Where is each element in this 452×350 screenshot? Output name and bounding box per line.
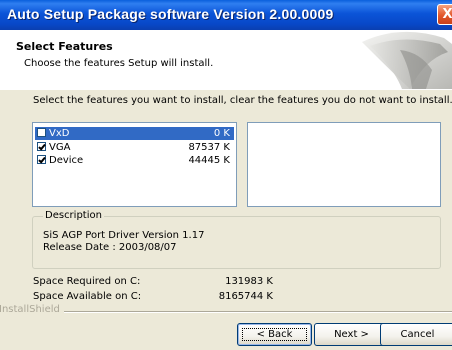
- brand-divider: [48, 311, 452, 313]
- feature-checkbox[interactable]: [37, 142, 46, 151]
- description-group: Description SiS AGP Port Driver Version …: [32, 210, 441, 269]
- focus-ring: [242, 328, 307, 341]
- space-available-label: Space Available on C:: [33, 291, 142, 302]
- window-title: Auto Setup Package software Version 2.00…: [7, 6, 334, 22]
- space-required-value: 131983 K: [225, 276, 273, 287]
- close-button[interactable]: X: [437, 4, 452, 25]
- description-legend: Description: [43, 210, 104, 221]
- description-line-2: Release Date : 2003/08/07: [43, 242, 177, 253]
- instruction-text: Select the features you want to install,…: [33, 95, 452, 106]
- feature-size: 0 K: [213, 128, 230, 139]
- cancel-button[interactable]: Cancel: [380, 323, 452, 346]
- space-available-value: 8165744 K: [218, 291, 273, 302]
- feature-checkbox[interactable]: [37, 128, 46, 137]
- feature-item-vga[interactable]: VGA 87537 K: [35, 141, 234, 154]
- feature-name: VGA: [49, 142, 71, 153]
- feature-size: 44445 K: [188, 155, 230, 166]
- installer-banner-icon: [362, 31, 452, 89]
- back-button[interactable]: < Back: [237, 323, 312, 346]
- feature-size: 87537 K: [188, 142, 230, 153]
- setup-dialog: Auto Setup Package software Version 2.00…: [0, 0, 452, 350]
- description-line-1: SiS AGP Port Driver Version 1.17: [43, 230, 205, 241]
- feature-checkbox[interactable]: [37, 155, 46, 164]
- feature-name: Device: [49, 155, 84, 166]
- feature-preview-panel: [247, 122, 441, 207]
- page-title: Select Features: [16, 40, 113, 53]
- feature-item-device[interactable]: Device 44445 K: [35, 154, 234, 167]
- installshield-brand: InstallShield: [0, 304, 64, 315]
- header-divider: [0, 89, 452, 90]
- feature-name: VxD: [49, 128, 70, 139]
- cancel-button-label: Cancel: [400, 329, 435, 340]
- feature-list[interactable]: VxD 0 K VGA 87537 K Device 44445 K: [32, 122, 237, 207]
- page-subtitle: Choose the features Setup will install.: [24, 58, 214, 69]
- close-icon: X: [442, 7, 452, 22]
- title-bar[interactable]: Auto Setup Package software Version 2.00…: [0, 0, 452, 30]
- next-button[interactable]: Next >: [314, 323, 389, 346]
- space-required-label: Space Required on C:: [33, 276, 141, 287]
- feature-item-vxd[interactable]: VxD 0 K: [35, 127, 234, 140]
- next-button-label: Next >: [334, 329, 369, 340]
- header-panel: Select Features Choose the features Setu…: [0, 30, 452, 90]
